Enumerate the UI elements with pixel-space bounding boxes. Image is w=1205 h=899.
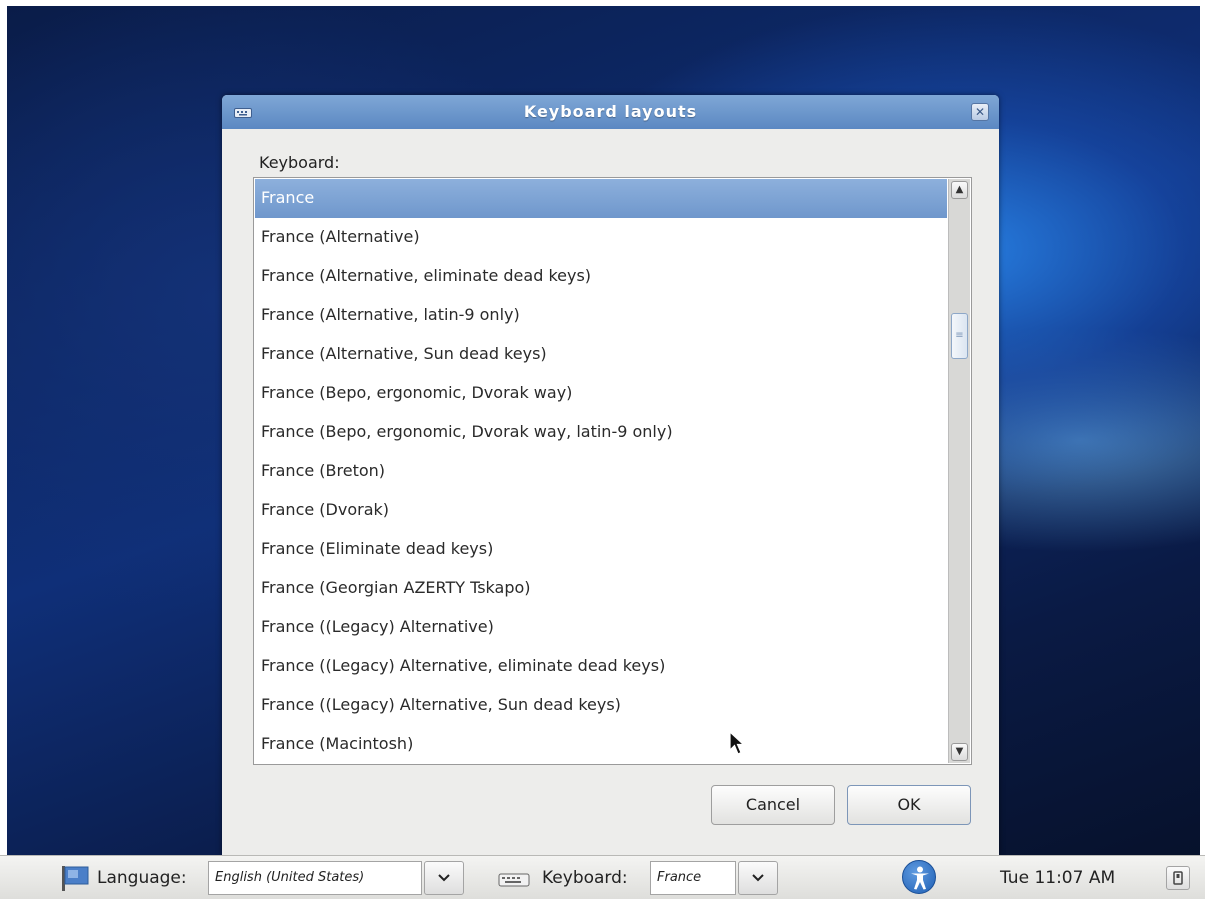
layout-list-rows: France France (Alternative) France (Altern… — [255, 179, 947, 763]
chevron-up-icon: ▲ — [955, 184, 964, 195]
vertical-scrollbar[interactable]: ▲ ≡ ▼ — [948, 179, 970, 763]
close-button[interactable]: ✕ — [971, 103, 989, 121]
close-icon: ✕ — [974, 105, 986, 119]
language-flag-icon — [62, 866, 89, 891]
scroll-up-button[interactable]: ▲ — [951, 181, 968, 199]
scrollbar-thumb[interactable]: ≡ — [951, 313, 968, 359]
dialog-title: Keyboard layouts — [523, 102, 698, 121]
list-item[interactable]: France (Bepo, ergonomic, Dvorak way, lat… — [255, 413, 947, 452]
screen-border-top — [0, 0, 1205, 6]
cancel-button[interactable]: Cancel — [711, 785, 835, 825]
keyboard-label: Keyboard: — [542, 868, 628, 888]
list-item[interactable]: France ((Legacy) Alternative, eliminate … — [255, 647, 947, 686]
dialog-titlebar[interactable]: Keyboard layouts ✕ — [222, 95, 999, 129]
language-dropdown-button[interactable] — [424, 861, 464, 895]
keyboard-layout-list[interactable]: France France (Alternative) France (Altern… — [253, 177, 972, 765]
keyboard-list-label: Keyboard: — [259, 153, 340, 172]
chevron-down-icon: ▼ — [955, 746, 964, 757]
list-item[interactable]: France — [255, 179, 947, 218]
keyboard-icon — [498, 873, 530, 887]
list-item[interactable]: France (Alternative, Sun dead keys) — [255, 335, 947, 374]
language-field[interactable]: English (United States) — [208, 861, 422, 895]
list-item[interactable]: France (Georgian AZERTY Tskapo) — [255, 569, 947, 608]
keyboard-dropdown-button[interactable] — [738, 861, 778, 895]
screen-border-right — [1200, 0, 1205, 899]
list-item[interactable]: France (Alternative, latin-9 only) — [255, 296, 947, 335]
bottom-panel: Language: English (United States) Keyboa… — [0, 855, 1205, 899]
keyboard-field[interactable]: France — [650, 861, 736, 895]
list-item[interactable]: France (Alternative, eliminate dead keys… — [255, 257, 947, 296]
keyboard-layouts-dialog: Keyboard layouts ✕ Keyboard: France Franc… — [222, 95, 999, 855]
list-item[interactable]: France (Macintosh) — [255, 725, 947, 763]
grip-icon: ≡ — [955, 330, 964, 341]
clock[interactable]: Tue 11:07 AM — [1000, 868, 1115, 888]
accessibility-icon[interactable] — [902, 860, 936, 894]
accessibility-figure-icon — [911, 866, 929, 890]
chevron-down-icon — [438, 874, 450, 882]
list-item[interactable]: France (Alternative) — [255, 218, 947, 257]
list-item[interactable]: France (Eliminate dead keys) — [255, 530, 947, 569]
screen-border-left — [0, 0, 7, 899]
mouse-pointer-icon — [729, 731, 746, 755]
scroll-down-button[interactable]: ▼ — [951, 743, 968, 761]
ok-button[interactable]: OK — [847, 785, 971, 825]
chevron-down-icon — [752, 874, 764, 882]
language-label: Language: — [97, 868, 187, 888]
list-item[interactable]: France (Breton) — [255, 452, 947, 491]
list-item[interactable]: France ((Legacy) Alternative, Sun dead k… — [255, 686, 947, 725]
shutdown-icon[interactable] — [1166, 866, 1190, 890]
power-glyph-icon — [1173, 871, 1183, 885]
list-item[interactable]: France ((Legacy) Alternative) — [255, 608, 947, 647]
list-item[interactable]: France (Bepo, ergonomic, Dvorak way) — [255, 374, 947, 413]
list-item[interactable]: France (Dvorak) — [255, 491, 947, 530]
